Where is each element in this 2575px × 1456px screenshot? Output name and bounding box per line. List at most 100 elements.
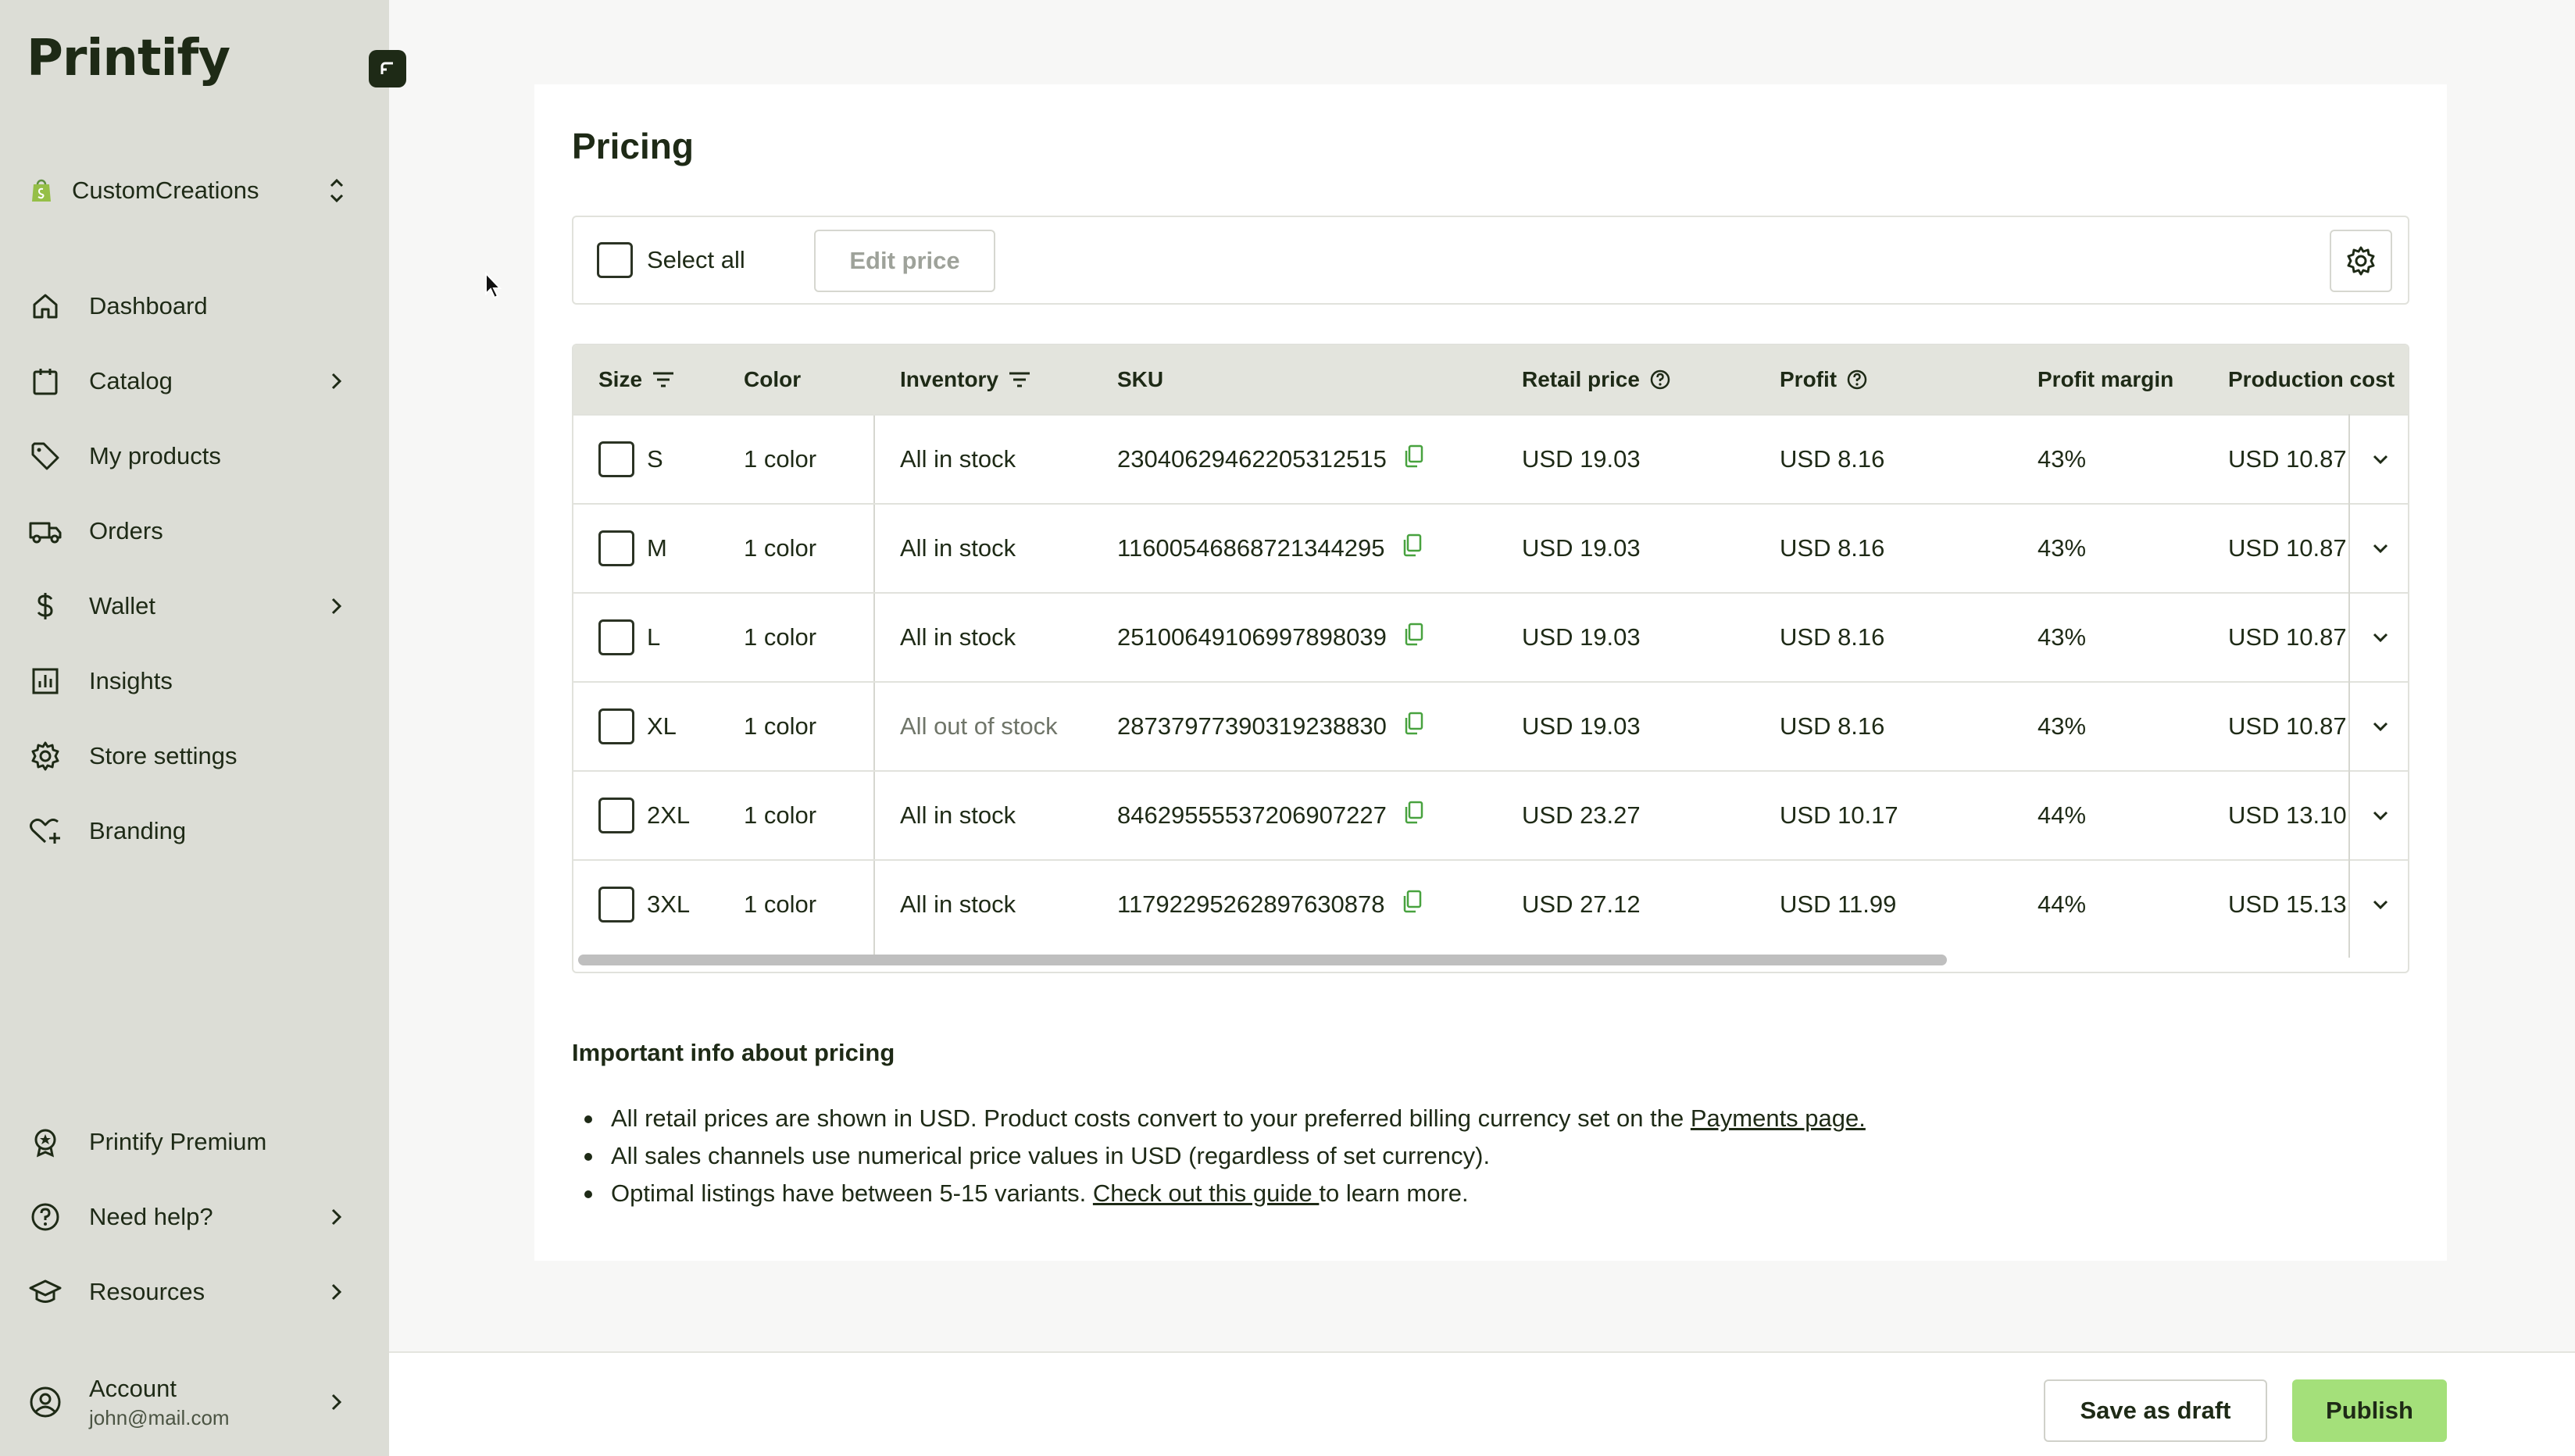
profit-margin-cell[interactable]: 43% bbox=[2038, 416, 2086, 503]
expand-row-button[interactable] bbox=[2350, 683, 2408, 770]
retail-price-cell[interactable]: USD 19.03 bbox=[1522, 594, 1641, 681]
sidebar-item-resources[interactable]: Resources bbox=[28, 1254, 348, 1329]
secondary-nav: Printify Premium Need help? Resources bbox=[28, 1104, 348, 1329]
chevron-down-icon bbox=[2373, 455, 2388, 465]
edit-price-button[interactable]: Edit price bbox=[814, 230, 995, 292]
expand-row-button[interactable] bbox=[2350, 505, 2408, 592]
expand-row-button[interactable] bbox=[2350, 861, 2408, 948]
row-checkbox[interactable] bbox=[598, 441, 634, 477]
column-profit-label: Profit bbox=[1780, 367, 1838, 391]
profit-margin-cell[interactable]: 44% bbox=[2038, 772, 2086, 859]
production-cost-cell: USD 10.87 bbox=[2228, 445, 2347, 473]
pricing-toolbar: Select all Edit price bbox=[572, 216, 2409, 305]
info-text: Optimal listings have between 5-15 varia… bbox=[611, 1179, 1093, 1207]
list-item: All retail prices are shown in USD. Prod… bbox=[572, 1100, 1866, 1137]
store-switcher[interactable]: CustomCreations bbox=[28, 169, 348, 212]
copy-sku-button[interactable] bbox=[1404, 712, 1424, 741]
sidebar-item-insights[interactable]: Insights bbox=[28, 644, 348, 719]
retail-price-cell[interactable]: USD 19.03 bbox=[1522, 683, 1641, 770]
horizontal-scrollbar[interactable] bbox=[573, 947, 2408, 970]
row-checkbox[interactable] bbox=[598, 708, 634, 744]
sidebar-item-branding[interactable]: Branding bbox=[28, 794, 348, 869]
home-icon bbox=[33, 294, 58, 319]
expand-row-button[interactable] bbox=[2350, 416, 2408, 503]
publish-button[interactable]: Publish bbox=[2292, 1379, 2447, 1442]
column-retail-label: Retail price bbox=[1522, 367, 1640, 391]
inventory-cell: All in stock bbox=[900, 623, 1016, 651]
color-cell: 1 color bbox=[744, 712, 817, 740]
select-all-control[interactable]: Select all bbox=[597, 242, 745, 278]
profit-margin-cell[interactable]: 43% bbox=[2038, 505, 2086, 592]
row-select[interactable]: 3XL bbox=[598, 861, 690, 948]
sidebar-item-my-products[interactable]: My products bbox=[28, 419, 348, 494]
account-menu[interactable]: Account john@mail.com bbox=[28, 1367, 348, 1437]
column-size[interactable]: Size bbox=[598, 345, 675, 414]
row-select[interactable]: 2XL bbox=[598, 772, 690, 859]
sidebar-item-wallet[interactable]: Wallet bbox=[28, 569, 348, 644]
row-checkbox[interactable] bbox=[598, 619, 634, 655]
account-label: Account bbox=[89, 1374, 177, 1402]
payments-page-link[interactable]: Payments page. bbox=[1691, 1104, 1866, 1132]
printify-logo[interactable]: Printify bbox=[27, 30, 230, 87]
sidebar-item-need-help[interactable]: Need help? bbox=[28, 1179, 348, 1254]
copy-sku-button[interactable] bbox=[1404, 801, 1424, 830]
profit-cell[interactable]: USD 8.16 bbox=[1780, 594, 1884, 681]
table-settings-button[interactable] bbox=[2330, 230, 2392, 292]
profit-margin-cell[interactable]: 43% bbox=[2038, 594, 2086, 681]
copy-icon[interactable] bbox=[1404, 712, 1424, 735]
retail-price-cell[interactable]: USD 23.27 bbox=[1522, 772, 1641, 859]
profit-cell[interactable]: USD 11.99 bbox=[1780, 861, 1896, 948]
row-checkbox[interactable] bbox=[598, 887, 634, 922]
badge-icon bbox=[34, 1129, 56, 1158]
row-select[interactable]: S bbox=[598, 416, 663, 503]
copy-sku-button[interactable] bbox=[1402, 534, 1423, 563]
expand-row-button[interactable] bbox=[2350, 594, 2408, 681]
profit-cell[interactable]: USD 8.16 bbox=[1780, 416, 1884, 503]
sidebar-item-store-settings[interactable]: Store settings bbox=[28, 719, 348, 794]
footer-bar: Save as draft Publish bbox=[389, 1351, 2575, 1456]
copy-icon[interactable] bbox=[1402, 534, 1423, 557]
copy-icon[interactable] bbox=[1404, 623, 1424, 646]
guide-link[interactable]: Check out this guide bbox=[1093, 1179, 1320, 1207]
profit-cell[interactable]: USD 8.16 bbox=[1780, 683, 1884, 770]
profit-margin-cell[interactable]: 44% bbox=[2038, 861, 2086, 948]
sidebar-item-dashboard[interactable]: Dashboard bbox=[28, 269, 348, 344]
copy-sku-button[interactable] bbox=[1404, 444, 1424, 474]
list-item: All sales channels use numerical price v… bbox=[572, 1137, 1866, 1175]
save-as-draft-button[interactable]: Save as draft bbox=[2044, 1379, 2267, 1442]
sidebar-item-printify-premium[interactable]: Printify Premium bbox=[28, 1104, 348, 1179]
column-inventory[interactable]: Inventory bbox=[900, 345, 1031, 414]
sidebar-item-orders[interactable]: Orders bbox=[28, 494, 348, 569]
sku-value: 11600546868721344295 bbox=[1117, 534, 1385, 562]
scrollbar-thumb[interactable] bbox=[578, 955, 1947, 965]
copy-sku-button[interactable] bbox=[1404, 623, 1424, 652]
expand-row-button[interactable] bbox=[2350, 772, 2408, 859]
column-color: Color bbox=[744, 345, 801, 414]
copy-sku-button[interactable] bbox=[1402, 890, 1423, 919]
sidebar-item-catalog[interactable]: Catalog bbox=[28, 344, 348, 419]
row-checkbox[interactable] bbox=[598, 798, 634, 833]
copy-icon[interactable] bbox=[1404, 801, 1424, 824]
size-cell: L bbox=[647, 623, 661, 651]
collapse-sidebar-button[interactable] bbox=[369, 50, 406, 87]
retail-price-cell[interactable]: USD 19.03 bbox=[1522, 416, 1641, 503]
select-all-checkbox[interactable] bbox=[597, 242, 633, 278]
profit-margin-cell[interactable]: 43% bbox=[2038, 683, 2086, 770]
sidebar-item-label: Catalog bbox=[89, 367, 173, 394]
profit-cell[interactable]: USD 10.17 bbox=[1780, 772, 1898, 859]
table-row: 3XL 1 color All in stock 117922952628976308… bbox=[573, 859, 2408, 948]
profit-cell[interactable]: USD 8.16 bbox=[1780, 505, 1884, 592]
row-select[interactable]: XL bbox=[598, 683, 677, 770]
sidebar-item-label: Branding bbox=[89, 817, 187, 844]
help-icon[interactable] bbox=[1649, 369, 1671, 391]
row-select[interactable]: L bbox=[598, 594, 660, 681]
list-item: Optimal listings have between 5-15 varia… bbox=[572, 1175, 1866, 1212]
copy-icon[interactable] bbox=[1404, 444, 1424, 468]
row-checkbox[interactable] bbox=[598, 530, 634, 566]
retail-price-cell[interactable]: USD 27.12 bbox=[1522, 861, 1641, 948]
copy-icon[interactable] bbox=[1402, 890, 1423, 913]
help-icon[interactable] bbox=[1846, 369, 1868, 391]
retail-price-cell[interactable]: USD 19.03 bbox=[1522, 505, 1641, 592]
column-production-cost: Production cost bbox=[2228, 345, 2395, 414]
row-select[interactable]: M bbox=[598, 505, 667, 592]
